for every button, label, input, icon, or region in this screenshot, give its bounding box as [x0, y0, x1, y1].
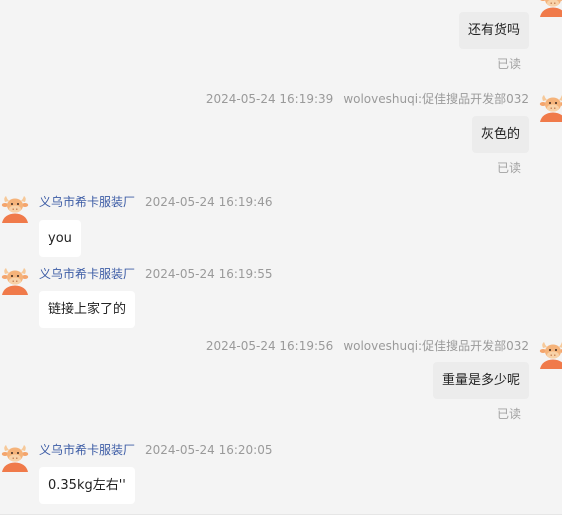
message-bubble[interactable]: 灰色的: [471, 116, 529, 153]
read-status: 已读: [496, 161, 521, 175]
cartoon-bull-avatar-icon: [538, 0, 562, 17]
message-meta: 义乌市希卡服装厂 2024-05-24 16:19:46: [39, 195, 272, 209]
message-bubble[interactable]: 还有货吗: [458, 12, 529, 49]
message-time: 2024-05-24 16:20:05: [145, 443, 273, 457]
avatar[interactable]: [0, 265, 30, 295]
sender-name: woloveshuqi:促佳搜品开发部032: [343, 92, 529, 106]
message-time: 2024-05-24 16:19:46: [145, 195, 273, 209]
message-meta: 义乌市希卡服装厂 2024-05-24 16:19:55: [39, 267, 272, 281]
cartoon-bull-avatar-icon: [538, 92, 562, 122]
message-meta: 义乌市希卡服装厂 2024-05-24 16:20:05: [39, 443, 272, 457]
sender-name[interactable]: 义乌市希卡服装厂: [39, 195, 135, 209]
message-time: 2024-05-24 16:19:39: [205, 92, 334, 106]
message-bubble[interactable]: you: [39, 220, 81, 257]
avatar[interactable]: [0, 442, 30, 472]
avatar[interactable]: [538, 339, 562, 369]
message-meta: 2024-05-24 16:19:39 woloveshuqi:促佳搜品开发部03…: [206, 92, 529, 106]
read-status: 已读: [496, 407, 521, 421]
message-bubble[interactable]: 链接上家了的: [39, 291, 136, 328]
chat-message-list[interactable]: 还有货吗 已读 2024-05-24 16:19:39 woloveshuqi:促…: [0, 0, 562, 515]
sender-name: woloveshuqi:促佳搜品开发部032: [343, 339, 529, 353]
message-time: 2024-05-24 16:19:55: [145, 267, 273, 281]
avatar[interactable]: [538, 92, 562, 122]
cartoon-bull-avatar-icon: [538, 339, 562, 369]
message-time: 2024-05-24 16:19:56: [205, 339, 334, 353]
cartoon-bull-avatar-icon: [0, 442, 30, 472]
message-bubble[interactable]: 0.35kg左右'': [39, 467, 135, 504]
avatar[interactable]: [0, 193, 30, 223]
cartoon-bull-avatar-icon: [0, 193, 30, 223]
cartoon-bull-avatar-icon: [0, 265, 30, 295]
avatar[interactable]: [538, 0, 562, 17]
sender-name[interactable]: 义乌市希卡服装厂: [39, 267, 135, 281]
read-status: 已读: [496, 57, 521, 71]
message-meta: 2024-05-24 16:19:56 woloveshuqi:促佳搜品开发部03…: [206, 339, 529, 353]
sender-name[interactable]: 义乌市希卡服装厂: [39, 443, 135, 457]
message-bubble[interactable]: 重量是多少呢: [432, 362, 529, 399]
